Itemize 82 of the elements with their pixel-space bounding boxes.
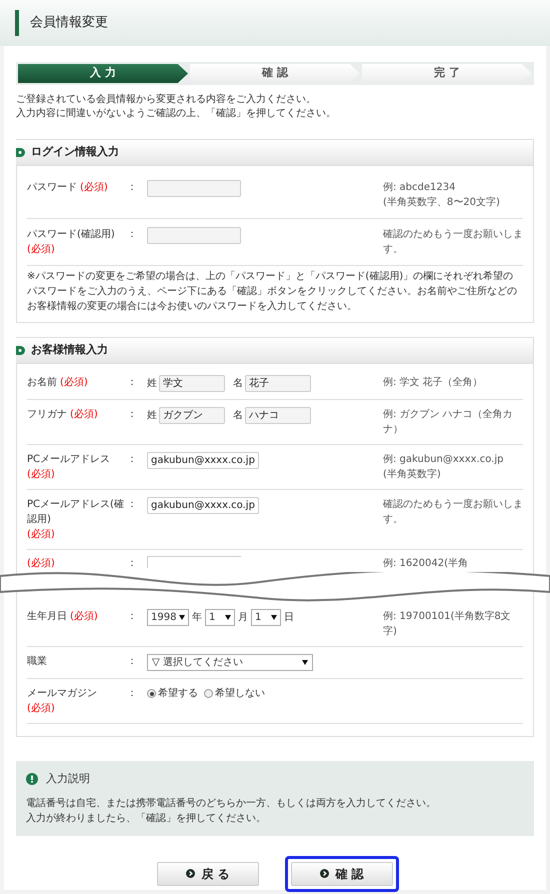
hint-text: 例: 学文 花子（全角） (383, 376, 484, 390)
text-input[interactable]: ガクブン (159, 407, 225, 424)
hint-text: (半角英数字) (383, 468, 442, 482)
colon: ： (127, 408, 138, 422)
hint-text: 例: 1620042(半角 (383, 556, 469, 571)
action-button[interactable]: 確 認 (291, 862, 393, 886)
field-label: PCメールアドレス(確認用) (27, 498, 124, 527)
unit-label: 日 (284, 611, 294, 625)
required-mark: (必須) (60, 376, 88, 390)
field-label: 職業 (27, 654, 47, 669)
colon: ： (127, 228, 138, 242)
name-prefix: 姓 (147, 377, 157, 391)
required-mark: (必須) (70, 408, 98, 422)
required-mark: (必須) (27, 468, 55, 482)
field-label: フリガナ (27, 408, 67, 422)
colon: ： (127, 655, 138, 669)
radio-option[interactable]: 希望しない (204, 686, 265, 701)
text-input[interactable]: 花子 (245, 375, 311, 392)
caret-icon (225, 615, 231, 620)
required-mark: (必須) (27, 242, 55, 257)
hint-text: 確認のためもう一度お願いします。 (383, 228, 523, 257)
text-input[interactable]: gakubun@xxxx.co.jp (147, 497, 259, 514)
field-label: メールマガジン (27, 687, 97, 701)
text-input[interactable] (147, 556, 241, 568)
name-prefix: 名 (233, 409, 243, 423)
explanation-text: 入力が終わりましたら、「確認」を押してください。 (26, 812, 267, 826)
dropdown[interactable]: 1998 (147, 609, 189, 626)
text-input[interactable]: gakubun@xxxx.co.jp (147, 452, 259, 469)
hint-text: 確認のためもう一度お願いします。 (383, 498, 523, 527)
explanation-title: 入力説明 (46, 771, 90, 787)
dropdown[interactable]: 1 (251, 609, 281, 626)
action-button[interactable]: 戻 る (157, 862, 259, 886)
section-header: ログイン情報入力 (16, 140, 533, 166)
caret-icon (179, 615, 185, 620)
field-label: お名前 (27, 376, 57, 390)
required-mark: (必須) (80, 180, 108, 195)
intro-text: ご登録されている会員情報から変更される内容をご入力ください。 (16, 93, 317, 107)
badge-icon (16, 346, 25, 355)
required-mark: (必須) (27, 556, 55, 571)
field-label: パスワード (27, 181, 77, 195)
colon: ： (127, 376, 138, 390)
text-input[interactable]: 学文 (159, 375, 225, 392)
required-mark: (必須) (70, 610, 98, 624)
unit-label: 年 (192, 611, 202, 625)
exclamation-icon (26, 773, 38, 786)
field-label: パスワード(確認用) (27, 228, 115, 242)
password-input[interactable] (147, 227, 241, 244)
intro-text: 入力内容に間違いがないようご確認の上、「確認」を押してください。 (16, 107, 337, 121)
text-input[interactable]: ハナコ (245, 407, 311, 424)
arrow-right-icon (186, 869, 196, 878)
hint-text: 例: abcde1234 (383, 181, 456, 195)
badge-icon (16, 148, 25, 157)
hint-text: 例: ガクブン ハナコ（全角カナ） (383, 408, 514, 437)
unit-label: 月 (238, 611, 248, 625)
dropdown[interactable]: 1 (205, 609, 235, 626)
required-mark: (必須) (27, 528, 55, 542)
caret-icon (271, 615, 277, 620)
colon: ： (127, 687, 138, 701)
caret-icon (302, 660, 308, 665)
name-prefix: 姓 (147, 409, 157, 423)
required-mark: (必須) (27, 702, 55, 716)
radio-button[interactable] (147, 689, 156, 698)
colon: ： (127, 181, 138, 195)
radio-button[interactable] (204, 689, 213, 698)
page-title: 会員情報変更 (30, 14, 108, 32)
hint-text: 例: gakubun@xxxx.co.jp (383, 453, 504, 467)
field-label: PCメールアドレス (27, 453, 110, 467)
colon: ： (127, 498, 138, 512)
name-prefix: 名 (233, 377, 243, 391)
colon: ： (127, 610, 138, 624)
colon: ： (127, 557, 138, 571)
hint-text: (半角英数字、8〜20文字) (383, 196, 501, 210)
dropdown[interactable]: ▽ 選択してください (147, 654, 313, 671)
radio-option[interactable]: 希望する (147, 686, 198, 701)
field-label: 生年月日 (27, 610, 67, 624)
colon: ： (127, 453, 138, 467)
explanation-text: 電話番号は自宅、または携帯電話番号のどちらか一方、もしくは両方を入力してください。 (26, 796, 437, 810)
arrow-right-icon (320, 869, 330, 878)
hint-text: 例: 19700101(半角数字8文字) (383, 610, 512, 639)
password-note: ※パスワードの変更をご希望の場合は、上の「パスワード」と「パスワード(確認用)」の欄にそれぞれ希望のパスワードをご入力のうえ、ページ下にある「確認」ボタンをクリックしてください。お名前やご住所などのお客様情報の変更の場合には今お使いのパスワードを入力してください。 (27, 270, 518, 314)
password-input[interactable] (147, 180, 241, 197)
section-header: お客様情報入力 (16, 338, 533, 364)
